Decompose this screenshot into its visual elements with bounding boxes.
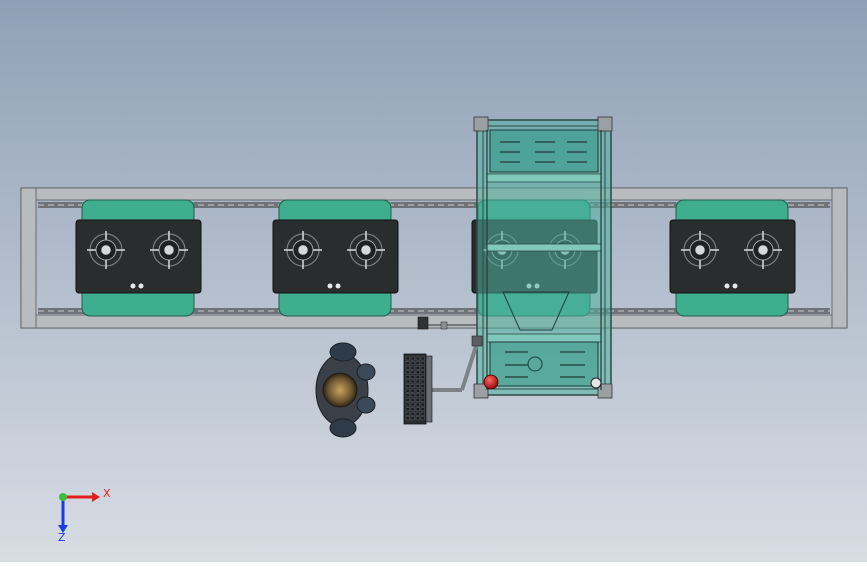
axis-z-label: Z [58, 531, 66, 544]
control-knob-icon[interactable] [335, 283, 341, 289]
control-knob-icon[interactable] [724, 283, 730, 289]
cooktop-4[interactable] [669, 199, 796, 317]
axis-origin [59, 493, 67, 501]
control-knob-icon[interactable] [138, 283, 144, 289]
operator-head [322, 372, 358, 408]
cad-viewport[interactable]: X Z [0, 0, 867, 562]
assembly-drawing: X Z [0, 0, 867, 562]
control-knob-icon[interactable] [327, 283, 333, 289]
cooktop-1[interactable] [75, 199, 202, 317]
control-knob-icon[interactable] [732, 283, 738, 289]
robot-gantry[interactable] [473, 116, 613, 399]
axis-x-label: X [103, 487, 111, 500]
cooktop-2[interactable] [272, 199, 399, 317]
emergency-stop-button[interactable] [483, 374, 499, 390]
gantry-knob[interactable] [590, 377, 602, 389]
control-knob-icon[interactable] [130, 283, 136, 289]
keyboard-terminal[interactable] [403, 353, 433, 425]
